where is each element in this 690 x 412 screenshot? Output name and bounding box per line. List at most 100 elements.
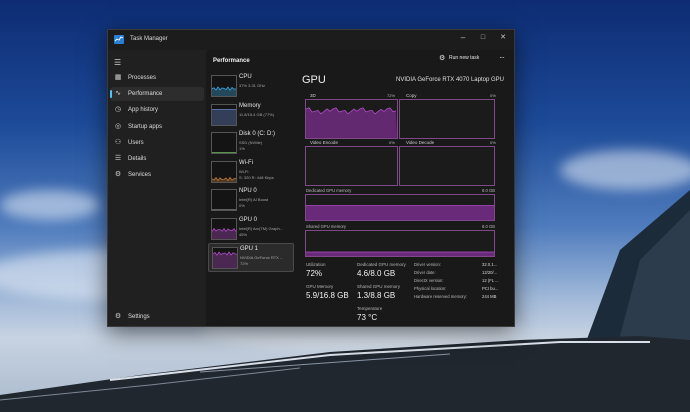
sidebar-item-label: Users — [128, 140, 144, 146]
engine-pct-video-encode: 0% — [389, 140, 395, 145]
device-item-wifi[interactable]: Wi-Fi Wi-Fi S: 320 R: 448 Kbps — [208, 158, 292, 185]
page-title: Performance — [213, 58, 250, 64]
engine-graph-video-decode — [399, 146, 495, 186]
gpu-memory-value: 5.9/16.8 GB — [306, 291, 349, 300]
shared-memory-graph-max: 8.0 GB — [482, 224, 496, 229]
device-subtitle: Intel(R) Arc(TM) Graph... — [239, 225, 284, 231]
device-name: CPU — [239, 74, 252, 80]
sidebar-item-label: Settings — [128, 314, 150, 320]
details-icon: ☰ — [114, 155, 122, 162]
device-thumbnail-graph — [211, 217, 237, 240]
task-manager-app-icon — [114, 35, 124, 44]
temperature-label: Temperature — [357, 306, 383, 311]
task-manager-window: Task Manager – □ ✕ ☰ ▦ Processes ∿ Perfo… — [107, 29, 515, 327]
minimize-button[interactable]: – — [457, 32, 469, 44]
gpu-model-name: NVIDIA GeForce RTX 4070 Laptop GPU — [396, 77, 504, 83]
hardware-reserved-memory-value: 244 MB — [482, 294, 497, 299]
dedicated-memory-graph-max: 8.0 GB — [482, 188, 496, 193]
device-name: NPU 0 — [239, 188, 257, 194]
sidebar-item-app-history[interactable]: ◷ App history — [110, 103, 204, 117]
window-title: Task Manager — [130, 36, 168, 42]
device-item-disk[interactable]: Disk 0 (C: D:) SSD (NVMe) 1% — [208, 129, 292, 156]
startup-icon: ◎ — [114, 123, 122, 130]
sidebar-item-settings[interactable]: ⚙ Settings — [110, 310, 204, 324]
shared-memory-label: Shared GPU memory — [357, 284, 401, 289]
device-name: GPU 0 — [239, 216, 258, 223]
dedicated-memory-label: Dedicated GPU memory — [357, 262, 406, 267]
device-name: GPU 1 — [240, 246, 259, 252]
sidebar: ☰ ▦ Processes ∿ Performance ◷ App histor… — [108, 50, 206, 326]
device-metric: 72% — [240, 261, 249, 266]
engine-label-video-encode: Video Encode — [310, 140, 338, 145]
engine-graph-copy — [399, 99, 495, 139]
physical-location-label: Physical location: — [414, 286, 447, 291]
users-icon: ⚇ — [114, 139, 122, 146]
engine-pct-3d: 72% — [387, 93, 396, 98]
device-subtitle: 37% 3.31 GHz — [239, 83, 266, 88]
device-item-gpu1[interactable]: GPU 1 NVIDIA GeForce RTX ... 72% — [208, 243, 294, 272]
driver-date-value: 12/20/... — [482, 270, 498, 275]
device-subtitle: Intel(R) AI Boost — [239, 197, 269, 202]
run-task-icon: ⚙ — [439, 55, 446, 62]
device-item-memory[interactable]: Memory 11.8/15.4 GB (77%) — [208, 101, 292, 128]
sidebar-item-users[interactable]: ⚇ Users — [110, 136, 204, 150]
device-subtitle: SSD (NVMe) — [239, 140, 263, 145]
content-header: Performance ⚙ Run new task ··· — [206, 50, 514, 70]
device-item-npu[interactable]: NPU 0 Intel(R) AI Boost 0% — [208, 186, 292, 213]
settings-gear-icon: ⚙ — [114, 313, 122, 320]
run-new-task-label: Run new task — [449, 55, 480, 61]
engine-graph-video-encode — [305, 146, 398, 186]
device-list: CPU 37% 3.31 GHz Memory 11.8/15.4 GB (77%) D… — [206, 70, 294, 326]
engine-graph-3d — [305, 99, 398, 139]
device-subtitle: Wi-Fi — [239, 168, 249, 174]
device-subtitle: NVIDIA GeForce RTX ... — [240, 255, 284, 260]
services-icon: ⚙ — [114, 171, 122, 178]
shared-memory-value: 1.3/8.8 GB — [357, 291, 396, 300]
dedicated-memory-graph-label: Dedicated GPU memory — [306, 188, 352, 193]
processes-icon: ▦ — [114, 74, 122, 81]
device-thumbnail-graph — [211, 75, 237, 97]
directx-version-label: DirectX version: — [414, 278, 444, 283]
sidebar-item-label: Startup apps — [128, 124, 163, 130]
device-item-cpu[interactable]: CPU 37% 3.31 GHz — [208, 72, 292, 99]
device-metric: 1% — [239, 146, 245, 151]
directx-version-value: 12 (FL ... — [482, 278, 499, 283]
gpu-heading: GPU — [302, 74, 326, 86]
close-button[interactable]: ✕ — [497, 32, 509, 44]
sidebar-item-performance[interactable]: ∿ Performance — [110, 87, 204, 101]
sidebar-item-label: Services — [128, 172, 152, 178]
maximize-button[interactable]: □ — [477, 32, 489, 44]
device-name: Memory — [239, 102, 261, 109]
sidebar-item-services[interactable]: ⚙ Services — [110, 168, 204, 182]
engine-label-3d: 3D — [310, 93, 316, 98]
history-icon: ◷ — [114, 106, 122, 113]
performance-content: Performance ⚙ Run new task ··· CPU 37% 3.… — [206, 50, 514, 326]
dedicated-memory-value: 4.6/8.0 GB — [357, 269, 396, 278]
temperature-value: 73 °C — [357, 313, 378, 322]
performance-icon: ∿ — [115, 90, 121, 97]
more-options-button[interactable]: ··· — [499, 53, 505, 62]
hamburger-menu-icon[interactable]: ☰ — [114, 58, 121, 67]
shared-memory-graph — [305, 230, 495, 257]
sidebar-item-label: Processes — [128, 75, 157, 81]
device-thumbnail-graph — [212, 247, 238, 269]
engine-label-copy: Copy — [406, 93, 417, 98]
device-item-gpu0[interactable]: GPU 0 Intel(R) Arc(TM) Graph... 45% — [208, 215, 292, 242]
device-thumbnail-graph — [211, 132, 237, 154]
title-bar[interactable]: Task Manager – □ ✕ — [108, 30, 514, 50]
sidebar-item-processes[interactable]: ▦ Processes — [110, 71, 204, 85]
device-subtitle: 11.8/15.4 GB (77%) — [239, 111, 275, 117]
sidebar-item-label: Performance — [128, 91, 163, 97]
physical-location-value: PCI bu... — [482, 286, 499, 291]
driver-version-value: 32.0.1... — [482, 262, 498, 267]
device-metric: S: 320 R: 448 Kbps — [239, 174, 274, 180]
utilization-label: Utilization — [306, 262, 326, 267]
sidebar-item-details[interactable]: ☰ Details — [110, 152, 204, 166]
gpu-detail-panel: GPU NVIDIA GeForce RTX 4070 Laptop GPU 3… — [300, 70, 508, 326]
utilization-value: 72% — [306, 269, 323, 278]
device-thumbnail-graph — [211, 160, 237, 183]
run-new-task-button[interactable]: ⚙ Run new task — [439, 55, 480, 62]
device-name: Wi-Fi — [239, 159, 253, 166]
sidebar-item-startup-apps[interactable]: ◎ Startup apps — [110, 120, 204, 134]
engine-pct-video-decode: 0% — [490, 140, 496, 145]
